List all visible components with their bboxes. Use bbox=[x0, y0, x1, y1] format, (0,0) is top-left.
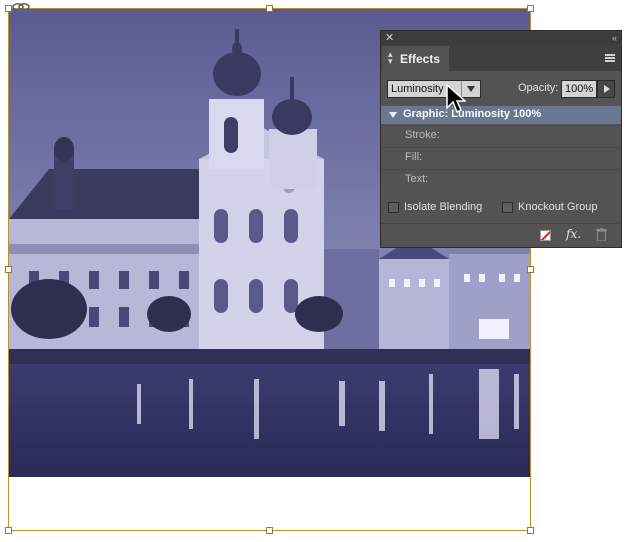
stroke-label: Stroke: bbox=[405, 129, 440, 141]
handle-bottom-right[interactable] bbox=[527, 527, 534, 534]
effects-panel: ✕ ‹‹ ▴ ▾ Effects Luminosity Opacity: 100%… bbox=[380, 30, 622, 248]
text-label: Text: bbox=[405, 173, 429, 185]
close-icon[interactable]: ✕ bbox=[385, 31, 394, 45]
opacity-input[interactable]: 100% bbox=[561, 80, 597, 98]
blend-mode-value: Luminosity bbox=[391, 83, 444, 95]
tab-expand-icon[interactable]: ▴ ▾ bbox=[388, 50, 393, 66]
text-row[interactable]: Text: bbox=[381, 169, 621, 190]
handle-top-left[interactable] bbox=[5, 5, 12, 12]
isolate-blending-label: Isolate Blending bbox=[404, 201, 483, 213]
graphic-row-label: Graphic: Luminosity 100% bbox=[403, 108, 542, 120]
menu-icon[interactable] bbox=[605, 54, 615, 62]
trash-icon[interactable] bbox=[596, 228, 607, 241]
collapse-icon[interactable]: ‹‹ bbox=[612, 31, 617, 45]
panel-footer: fx. bbox=[381, 223, 621, 248]
opacity-slider-button[interactable] bbox=[597, 80, 615, 98]
effects-target-list: Graphic: Luminosity 100% Stroke: Fill: T… bbox=[381, 106, 621, 192]
isolate-blending-checkbox[interactable] bbox=[388, 202, 399, 213]
opacity-label: Opacity: bbox=[518, 82, 559, 94]
handle-top-center[interactable] bbox=[266, 5, 273, 12]
handle-top-right[interactable] bbox=[527, 5, 534, 12]
handle-middle-right[interactable] bbox=[527, 266, 534, 273]
handle-bottom-center[interactable] bbox=[266, 527, 273, 534]
tab-effects[interactable]: ▴ ▾ Effects bbox=[382, 46, 449, 71]
panel-tab-row: ▴ ▾ Effects bbox=[381, 45, 621, 71]
graphic-row[interactable]: Graphic: Luminosity 100% bbox=[381, 106, 621, 124]
knockout-group-label: Knockout Group bbox=[518, 201, 598, 213]
tab-effects-label: Effects bbox=[400, 52, 441, 66]
handle-bottom-left[interactable] bbox=[5, 527, 12, 534]
blend-mode-select[interactable]: Luminosity bbox=[387, 80, 481, 98]
handle-middle-left[interactable] bbox=[5, 266, 12, 273]
stroke-row[interactable]: Stroke: bbox=[381, 125, 621, 146]
fill-label: Fill: bbox=[405, 151, 423, 163]
disclosure-triangle-icon[interactable] bbox=[389, 112, 397, 118]
fx-icon[interactable]: fx. bbox=[566, 227, 581, 241]
panel-title-bar[interactable]: ✕ ‹‹ bbox=[381, 31, 621, 45]
knockout-group-checkbox[interactable] bbox=[502, 202, 513, 213]
clear-effects-icon[interactable] bbox=[540, 230, 551, 241]
fill-row[interactable]: Fill: bbox=[381, 147, 621, 168]
cursor-icon bbox=[446, 84, 466, 114]
